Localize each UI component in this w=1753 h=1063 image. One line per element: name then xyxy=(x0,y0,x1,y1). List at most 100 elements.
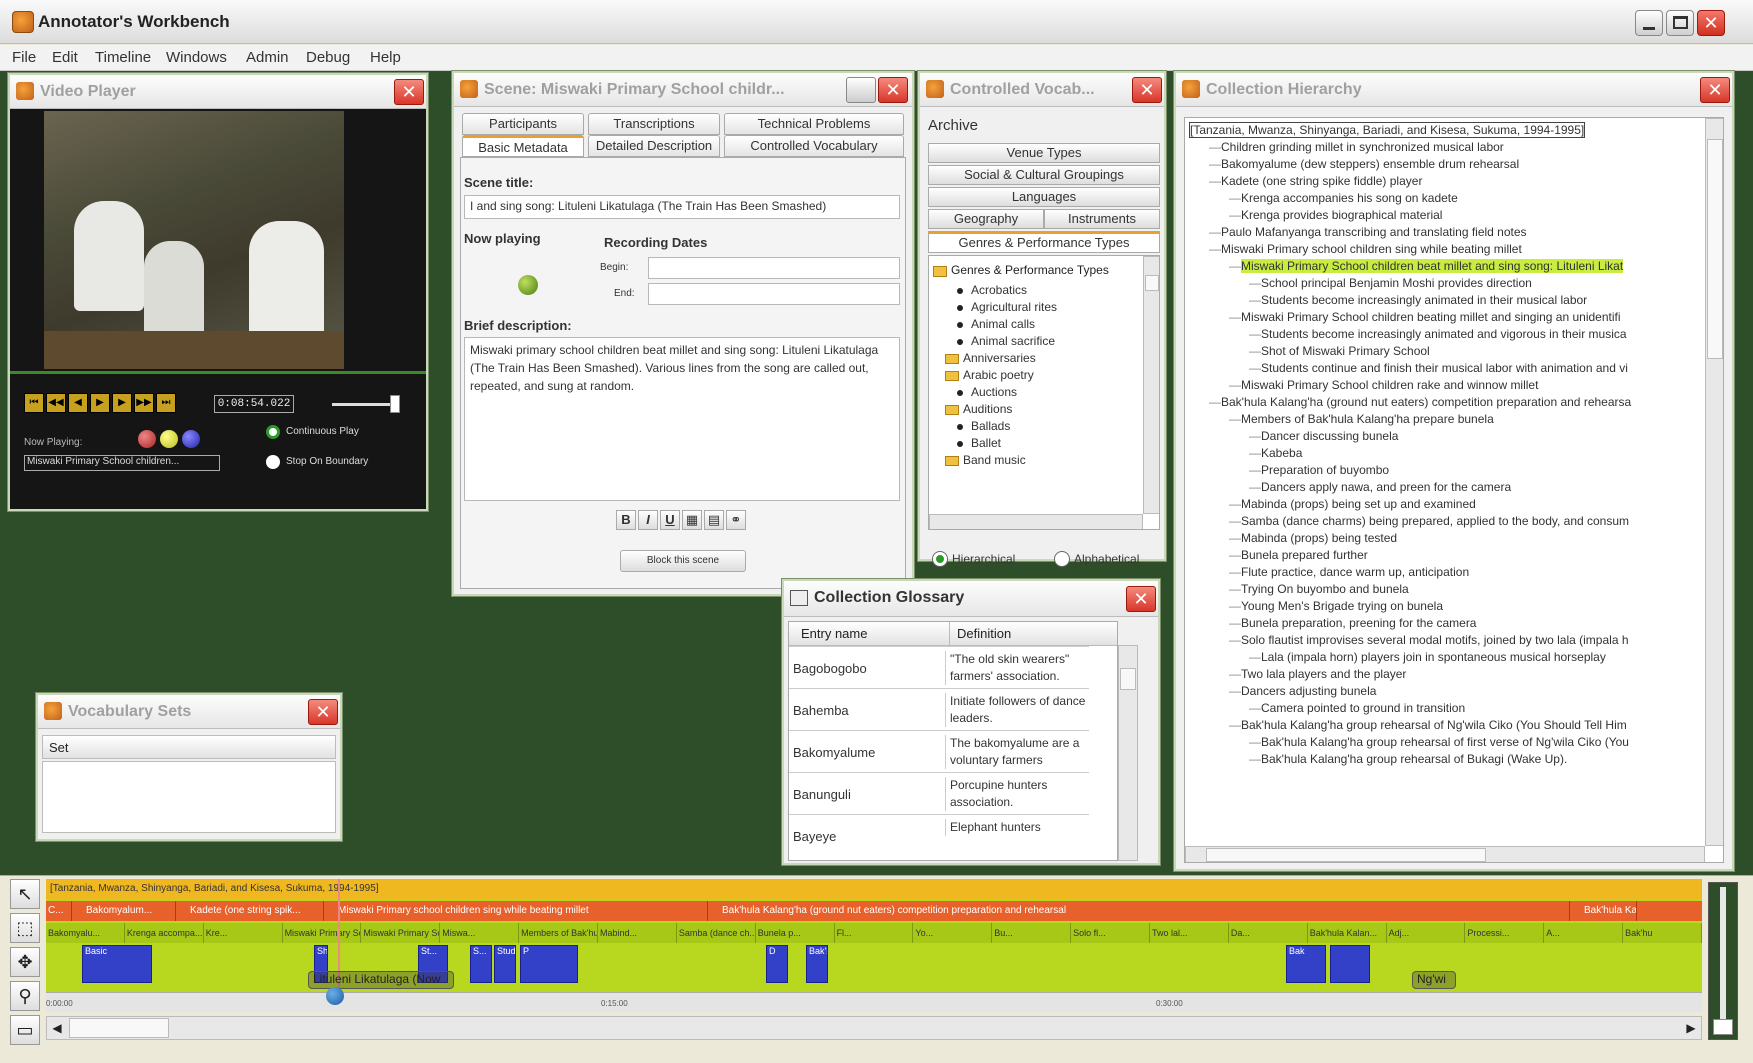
menu-timeline[interactable]: Timeline xyxy=(95,49,151,66)
timeline-section[interactable]: Kadete (one string spik... xyxy=(188,901,324,921)
hierarchy-tree-item[interactable]: —Miswaki Primary school children sing wh… xyxy=(1189,241,1699,258)
hierarchy-tree-item[interactable]: —Kabeba xyxy=(1189,445,1699,462)
video-frame[interactable] xyxy=(44,111,344,369)
minimize-window-button[interactable] xyxy=(846,77,876,103)
close-window-button[interactable]: ✕ xyxy=(1126,586,1156,612)
vocabulary-sets-titlebar[interactable]: Vocabulary Sets ✕ xyxy=(38,695,340,729)
hierarchy-tree-item[interactable]: —Miswaki Primary School children beating… xyxy=(1189,309,1699,326)
close-window-button[interactable]: ✕ xyxy=(394,79,424,105)
hierarchy-tree-item[interactable]: —Two lala players and the player xyxy=(1189,666,1699,683)
tab-participants[interactable]: Participants xyxy=(462,113,584,135)
close-window-button[interactable]: ✕ xyxy=(878,77,908,103)
vocab-tree-item[interactable]: Arabic poetry xyxy=(937,367,1137,384)
menu-file[interactable]: File xyxy=(12,49,36,66)
select-tool-icon[interactable]: ↖ xyxy=(10,879,40,909)
scene-title-input[interactable]: I and sing song: Lituleni Likatulaga (Th… xyxy=(464,195,900,219)
stop-on-boundary-radio[interactable] xyxy=(266,455,280,469)
video-player-titlebar[interactable]: Video Player ✕ xyxy=(10,75,426,109)
hierarchy-tree-item[interactable]: —School principal Benjamin Moshi provide… xyxy=(1189,275,1699,292)
bold-button[interactable]: B xyxy=(616,510,636,530)
close-button[interactable]: ✕ xyxy=(1697,10,1725,36)
zoom-tool-icon[interactable]: ⚲ xyxy=(10,981,40,1011)
zoom-slider[interactable] xyxy=(1708,882,1738,1040)
timeline-scene[interactable]: Fl... xyxy=(835,923,914,943)
block-scene-button[interactable]: Block this scene xyxy=(620,550,746,572)
vocab-tree-item[interactable]: Band music xyxy=(937,452,1137,469)
timeline-shot[interactable] xyxy=(1330,945,1370,983)
move-tool-icon[interactable]: ✥ xyxy=(10,947,40,977)
timeline-scene[interactable]: Miswaki Primary School child... xyxy=(283,923,362,943)
rewind-icon[interactable]: ◀◀ xyxy=(46,393,66,413)
hierarchy-tree-item[interactable]: —Bunela preparation, preening for the ca… xyxy=(1189,615,1699,632)
hierarchy-tree-item[interactable]: —Bak'hula Kalang'ha (ground nut eaters) … xyxy=(1189,394,1699,411)
hierarchy-tree-item[interactable]: —Preparation of buyombo xyxy=(1189,462,1699,479)
timeline-shot[interactable]: Bak'hul... xyxy=(806,945,828,983)
hierarchy-tree-item[interactable]: —Dancers adjusting bunela xyxy=(1189,683,1699,700)
hierarchy-tree-item[interactable]: —Students become increasingly animated a… xyxy=(1189,326,1699,343)
vocab-tree-item[interactable]: Agricultural rites xyxy=(937,299,1137,316)
scroll-left-icon[interactable]: ◀ xyxy=(47,1017,67,1039)
scroll-right-icon[interactable]: ▶ xyxy=(1681,1017,1701,1039)
vocab-tree-item[interactable]: Ballet xyxy=(937,435,1137,452)
timeline-scene[interactable]: Samba (dance ch... xyxy=(677,923,756,943)
tab-controlled-vocabulary[interactable]: Controlled Vocabulary xyxy=(724,135,904,157)
timeline-scene[interactable]: Yo... xyxy=(913,923,993,943)
continuous-play-radio[interactable] xyxy=(266,425,280,439)
hierarchy-tree-item[interactable]: —Krenga provides biographical material xyxy=(1189,207,1699,224)
timeline-scene[interactable]: Bakomyalu... xyxy=(46,923,125,943)
timeline-scene[interactable]: Two lal... xyxy=(1150,923,1229,943)
close-window-button[interactable]: ✕ xyxy=(1132,77,1162,103)
menu-help[interactable]: Help xyxy=(370,49,401,66)
timeline-scene[interactable]: Kre... xyxy=(204,923,283,943)
menu-debug[interactable]: Debug xyxy=(306,49,350,66)
timeline-section[interactable]: C... xyxy=(46,901,72,921)
social-cultural-groupings-button[interactable]: Social & Cultural Groupings xyxy=(928,165,1160,185)
brief-description-textarea[interactable]: Miswaki primary school children beat mil… xyxy=(464,337,900,501)
menu-admin[interactable]: Admin xyxy=(246,49,289,66)
sets-header[interactable]: Set xyxy=(42,735,336,759)
close-window-button[interactable]: ✕ xyxy=(308,699,338,725)
blue-marker-icon[interactable] xyxy=(182,430,200,448)
timeline-scene[interactable]: Members of Bak'hula Kalang'ha prepa... xyxy=(519,923,598,943)
timeline-scene[interactable]: Miswaki Primary Schoo... xyxy=(361,923,441,943)
timeline-shot[interactable]: D xyxy=(766,945,788,983)
glossary-row[interactable]: Bagobogobo "The old skin wearers" farmers… xyxy=(789,646,1089,688)
timeline-scene[interactable]: Bu... xyxy=(992,923,1072,943)
controlled-vocab-titlebar[interactable]: Controlled Vocab... ✕ xyxy=(920,73,1164,107)
vocab-tree-item[interactable]: Acrobatics xyxy=(937,282,1137,299)
step-back-icon[interactable]: ◀ xyxy=(68,393,88,413)
hierarchy-tree-item[interactable]: —Paulo Mafanyanga transcribing and trans… xyxy=(1189,224,1699,241)
timeline-scene[interactable]: Da... xyxy=(1229,923,1308,943)
volume-slider[interactable] xyxy=(332,403,396,406)
timeline-scene[interactable]: Processi... xyxy=(1465,923,1545,943)
hierarchy-tree-item[interactable]: —Samba (dance charms) being prepared, ap… xyxy=(1189,513,1699,530)
last-frame-icon[interactable]: ⏭ xyxy=(156,393,176,413)
instruments-button[interactable]: Instruments xyxy=(1044,209,1160,229)
hierarchy-tree-item[interactable]: —Dancers apply nawa, and preen for the c… xyxy=(1189,479,1699,496)
col-entry-name[interactable]: Entry name xyxy=(801,626,867,641)
vocab-tree-item[interactable]: Auditions xyxy=(937,401,1137,418)
hierarchy-tree-item[interactable]: —Lala (impala horn) players join in spon… xyxy=(1189,649,1699,666)
timeline-hscrollbar[interactable]: ◀ ▶ xyxy=(46,1016,1702,1040)
timeline-track-area[interactable]: [Tanzania, Mwanza, Shinyanga, Bariadi, a… xyxy=(46,879,1702,999)
timeline-shot[interactable]: Bak xyxy=(1286,945,1326,983)
close-window-button[interactable]: ✕ xyxy=(1700,77,1730,103)
underline-button[interactable]: U xyxy=(660,510,680,530)
hierarchy-tree-item[interactable]: —Mabinda (props) being tested xyxy=(1189,530,1699,547)
timeline-scene[interactable]: Bak'hu xyxy=(1623,923,1702,943)
hierarchy-tree-item[interactable]: —Dancer discussing bunela xyxy=(1189,428,1699,445)
hierarchy-tree-item[interactable]: —Krenga accompanies his song on kadete xyxy=(1189,190,1699,207)
timeline-section[interactable]: Bakomyalum... xyxy=(84,901,176,921)
tab-transcriptions[interactable]: Transcriptions xyxy=(588,113,720,135)
timeline-section[interactable]: Bak'hula Kala xyxy=(1582,901,1637,921)
vocab-tree-item[interactable]: Animal calls xyxy=(937,316,1137,333)
hierarchy-tree-item[interactable]: —Kadete (one string spike fiddle) player xyxy=(1189,173,1699,190)
hierarchy-tree-item[interactable]: —Students become increasingly animated i… xyxy=(1189,292,1699,309)
play-icon[interactable]: ▶ xyxy=(90,393,110,413)
hierarchy-tree-item[interactable]: —Bak'hula Kalang'ha group rehearsal of f… xyxy=(1189,734,1699,751)
table-icon[interactable]: ▤ xyxy=(704,510,724,530)
vocab-tree-item[interactable]: Animal sacrifice xyxy=(937,333,1137,350)
hierarchy-vscrollbar[interactable] xyxy=(1705,118,1723,846)
geography-button[interactable]: Geography xyxy=(928,209,1044,229)
hierarchy-tree-item[interactable]: —Shot of Miswaki Primary School xyxy=(1189,343,1699,360)
